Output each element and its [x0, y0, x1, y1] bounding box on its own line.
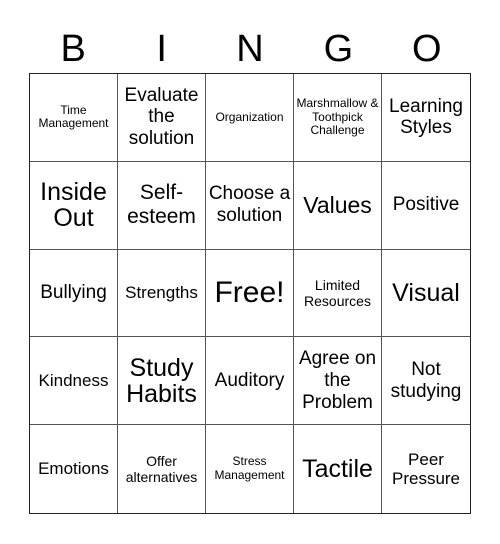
bingo-cell[interactable]: Agree on the Problem — [294, 337, 382, 426]
bingo-cell[interactable]: Positive — [382, 162, 470, 250]
header-letter-b: B — [60, 28, 86, 70]
bingo-cell[interactable]: Peer Pressure — [382, 425, 470, 513]
bingo-cell[interactable]: Bullying — [30, 249, 118, 338]
bingo-cell[interactable]: Tactile — [294, 425, 382, 513]
bingo-cell[interactable]: Organization — [206, 74, 294, 162]
bingo-grid: Time Management Evaluate the solution Or… — [29, 73, 471, 514]
bingo-cell[interactable]: Study Habits — [118, 337, 206, 426]
bingo-cell[interactable]: Self-esteem — [118, 161, 206, 250]
bingo-cell[interactable]: Inside Out — [30, 161, 118, 250]
bingo-cell[interactable]: Kindness — [30, 337, 118, 426]
bingo-cell[interactable]: Not studying — [382, 337, 470, 426]
bingo-header: B I N G O — [29, 26, 471, 72]
bingo-cell[interactable]: Time Management — [30, 74, 118, 162]
bingo-cell[interactable]: Visual — [382, 250, 470, 338]
header-letter-i: I — [156, 28, 167, 70]
bingo-cell[interactable]: Emotions — [30, 425, 118, 513]
header-letter-o: O — [412, 28, 442, 70]
bingo-cell[interactable]: Learning Styles — [382, 74, 470, 162]
bingo-cell[interactable]: Values — [294, 161, 382, 250]
bingo-cell-free[interactable]: Free! — [206, 249, 294, 338]
bingo-cell[interactable]: Limited Resources — [294, 249, 382, 338]
bingo-cell[interactable]: Stress Management — [206, 425, 294, 513]
bingo-cell[interactable]: Choose a solution — [206, 161, 294, 250]
header-letter-g: G — [323, 28, 354, 70]
bingo-cell[interactable]: Offer alternatives — [118, 425, 206, 513]
header-letter-n: N — [236, 28, 264, 70]
bingo-cell[interactable]: Strengths — [118, 249, 206, 338]
bingo-cell[interactable]: Evaluate the solution — [118, 74, 206, 162]
bingo-cell[interactable]: Auditory — [206, 337, 294, 426]
bingo-cell[interactable]: Marshmallow & Toothpick Challenge — [294, 74, 382, 162]
